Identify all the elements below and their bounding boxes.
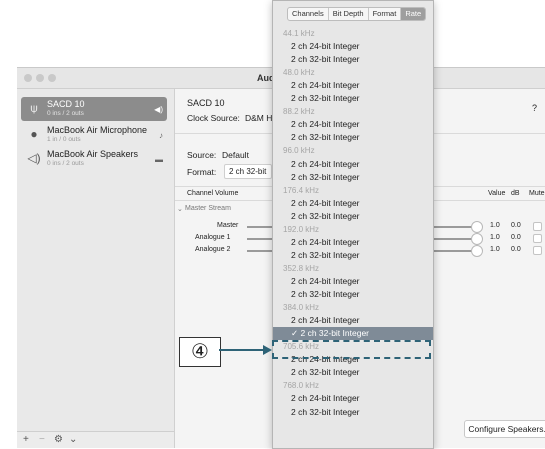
sample-rate-header: 384.0 kHz bbox=[283, 303, 320, 313]
device-io: 0 ins / 2 outs bbox=[47, 110, 84, 117]
analogue2-mute-checkbox[interactable] bbox=[533, 246, 542, 255]
callout-arrow bbox=[219, 345, 272, 355]
analogue2-value: 1.0 bbox=[490, 246, 500, 253]
menu-option[interactable]: 2 ch 24-bit Integer bbox=[273, 197, 433, 210]
channel-master-label: Master bbox=[217, 222, 239, 229]
menu-option[interactable]: 2 ch 32-bit Integer bbox=[273, 171, 433, 184]
tab-rate[interactable]: Rate bbox=[401, 8, 426, 20]
channel-analogue2-label: Analogue 2 bbox=[195, 246, 231, 253]
master-stream-label: Master Stream bbox=[185, 205, 231, 212]
menu-option[interactable]: 2 ch 24-bit Integer bbox=[273, 392, 433, 405]
menu-option[interactable]: 2 ch 32-bit Integer bbox=[273, 406, 433, 419]
analogue1-db: 0.0 bbox=[511, 234, 521, 241]
column-mute: Mute bbox=[529, 190, 545, 197]
menu-option[interactable]: 2 ch 24-bit Integer bbox=[273, 236, 433, 249]
input-microphone-icon: ♪ bbox=[159, 131, 163, 140]
device-title: SACD 10 bbox=[187, 98, 225, 108]
menu-tab-bar: Channels Bit Depth Format Rate bbox=[287, 7, 427, 21]
tab-format[interactable]: Format bbox=[369, 8, 402, 20]
sidebar-toolbar: + − ⚙ ⌄ bbox=[17, 431, 174, 448]
format-label: Format: bbox=[187, 167, 217, 177]
format-dropdown-menu: Channels Bit Depth Format Rate 44.1 kHz 2… bbox=[272, 0, 434, 449]
sample-rate-header: 192.0 kHz bbox=[283, 224, 320, 234]
source-label: Source: bbox=[187, 150, 217, 160]
column-channel-volume: Channel Volume bbox=[187, 190, 239, 197]
output-speaker-icon: ◀) bbox=[154, 105, 163, 114]
column-db: dB bbox=[511, 190, 520, 197]
format-value: 2 ch 32-bit bbox=[229, 167, 267, 176]
disclosure-triangle-icon[interactable]: ⌄ bbox=[177, 205, 183, 213]
analogue1-mute-checkbox[interactable] bbox=[533, 234, 542, 243]
device-item-speakers[interactable]: ◁) MacBook Air Speakers 0 ins / 2 outs ▬ bbox=[21, 147, 167, 171]
gear-icon[interactable]: ⚙ bbox=[54, 434, 63, 445]
sample-rate-header: 768.0 kHz bbox=[283, 381, 320, 391]
tab-bit-depth[interactable]: Bit Depth bbox=[329, 8, 369, 20]
device-io: 1 in / 0 outs bbox=[47, 136, 81, 143]
built-in-speaker-icon: ▬ bbox=[155, 155, 163, 164]
add-device-button[interactable]: + bbox=[23, 434, 29, 445]
highlight-dashed-box bbox=[272, 340, 431, 359]
menu-option[interactable]: 2 ch 24-bit Integer bbox=[273, 314, 433, 327]
menu-option[interactable]: 2 ch 32-bit Integer bbox=[273, 210, 433, 223]
clock-source-label: Clock Source: bbox=[187, 113, 240, 123]
sample-rate-header: 44.1 kHz bbox=[283, 29, 315, 38]
sample-rate-header: 352.8 kHz bbox=[283, 263, 320, 273]
close-window-button[interactable] bbox=[24, 74, 32, 82]
source-select[interactable]: Default bbox=[222, 150, 249, 160]
menu-option[interactable]: 2 ch 32-bit Integer bbox=[273, 53, 433, 66]
device-name: MacBook Air Speakers bbox=[47, 149, 139, 159]
clock-source-select[interactable]: D&M H bbox=[245, 113, 272, 123]
menu-option-selected[interactable]: ✓ 2 ch 32-bit Integer bbox=[273, 327, 433, 341]
slider-knob[interactable] bbox=[471, 233, 483, 245]
speaker-icon: ◁) bbox=[27, 151, 41, 165]
master-value: 1.0 bbox=[490, 222, 500, 229]
sample-rate-header: 96.0 kHz bbox=[283, 146, 315, 156]
remove-device-button[interactable]: − bbox=[39, 434, 45, 445]
menu-option[interactable]: 2 ch 24-bit Integer bbox=[273, 40, 433, 53]
device-name: SACD 10 bbox=[47, 99, 85, 109]
menu-option[interactable]: 2 ch 24-bit Integer bbox=[273, 118, 433, 131]
menu-option[interactable]: 2 ch 32-bit Integer bbox=[273, 249, 433, 262]
column-value: Value bbox=[488, 190, 506, 197]
master-db: 0.0 bbox=[511, 222, 521, 229]
master-mute-checkbox[interactable] bbox=[533, 222, 542, 231]
menu-option[interactable]: 2 ch 24-bit Integer bbox=[273, 158, 433, 171]
usb-icon: ⍦ bbox=[30, 101, 38, 115]
device-io: 0 ins / 2 outs bbox=[47, 160, 84, 167]
minimize-window-button[interactable] bbox=[36, 74, 44, 82]
analogue2-db: 0.0 bbox=[511, 246, 521, 253]
format-select[interactable]: 2 ch 32-bit bbox=[224, 164, 272, 179]
menu-option[interactable]: 2 ch 32-bit Integer bbox=[273, 366, 433, 379]
menu-option[interactable]: 2 ch 24-bit Integer bbox=[273, 79, 433, 92]
menu-option[interactable]: 2 ch 32-bit Integer bbox=[273, 92, 433, 105]
step-callout: ④ bbox=[179, 337, 221, 367]
chevron-down-icon[interactable]: ⌄ bbox=[69, 434, 77, 445]
menu-option[interactable]: 2 ch 24-bit Integer bbox=[273, 275, 433, 288]
arrow-head bbox=[263, 345, 272, 355]
tab-channels[interactable]: Channels bbox=[288, 8, 329, 20]
sample-rate-header: 48.0 kHz bbox=[283, 68, 315, 78]
device-name: MacBook Air Microphone bbox=[47, 125, 148, 135]
device-item-sacd10[interactable]: ⍦ SACD 10 0 ins / 2 outs ◀) bbox=[21, 97, 167, 121]
zoom-window-button[interactable] bbox=[48, 74, 56, 82]
help-button[interactable]: ? bbox=[532, 103, 537, 113]
device-item-microphone[interactable]: ● MacBook Air Microphone 1 in / 0 outs ♪ bbox=[21, 123, 167, 147]
slider-knob[interactable] bbox=[471, 221, 483, 233]
analogue1-value: 1.0 bbox=[490, 234, 500, 241]
sample-rate-header: 176.4 kHz bbox=[283, 185, 320, 195]
sample-rate-header: 88.2 kHz bbox=[283, 107, 315, 117]
device-sidebar: ⍦ SACD 10 0 ins / 2 outs ◀) ● MacBook Ai… bbox=[17, 89, 175, 448]
configure-speakers-button[interactable]: Configure Speakers... bbox=[464, 420, 545, 438]
slider-knob[interactable] bbox=[471, 245, 483, 257]
menu-option[interactable]: 2 ch 32-bit Integer bbox=[273, 131, 433, 144]
microphone-icon: ● bbox=[30, 127, 38, 141]
menu-option[interactable]: 2 ch 32-bit Integer bbox=[273, 288, 433, 301]
channel-analogue1-label: Analogue 1 bbox=[195, 234, 231, 241]
